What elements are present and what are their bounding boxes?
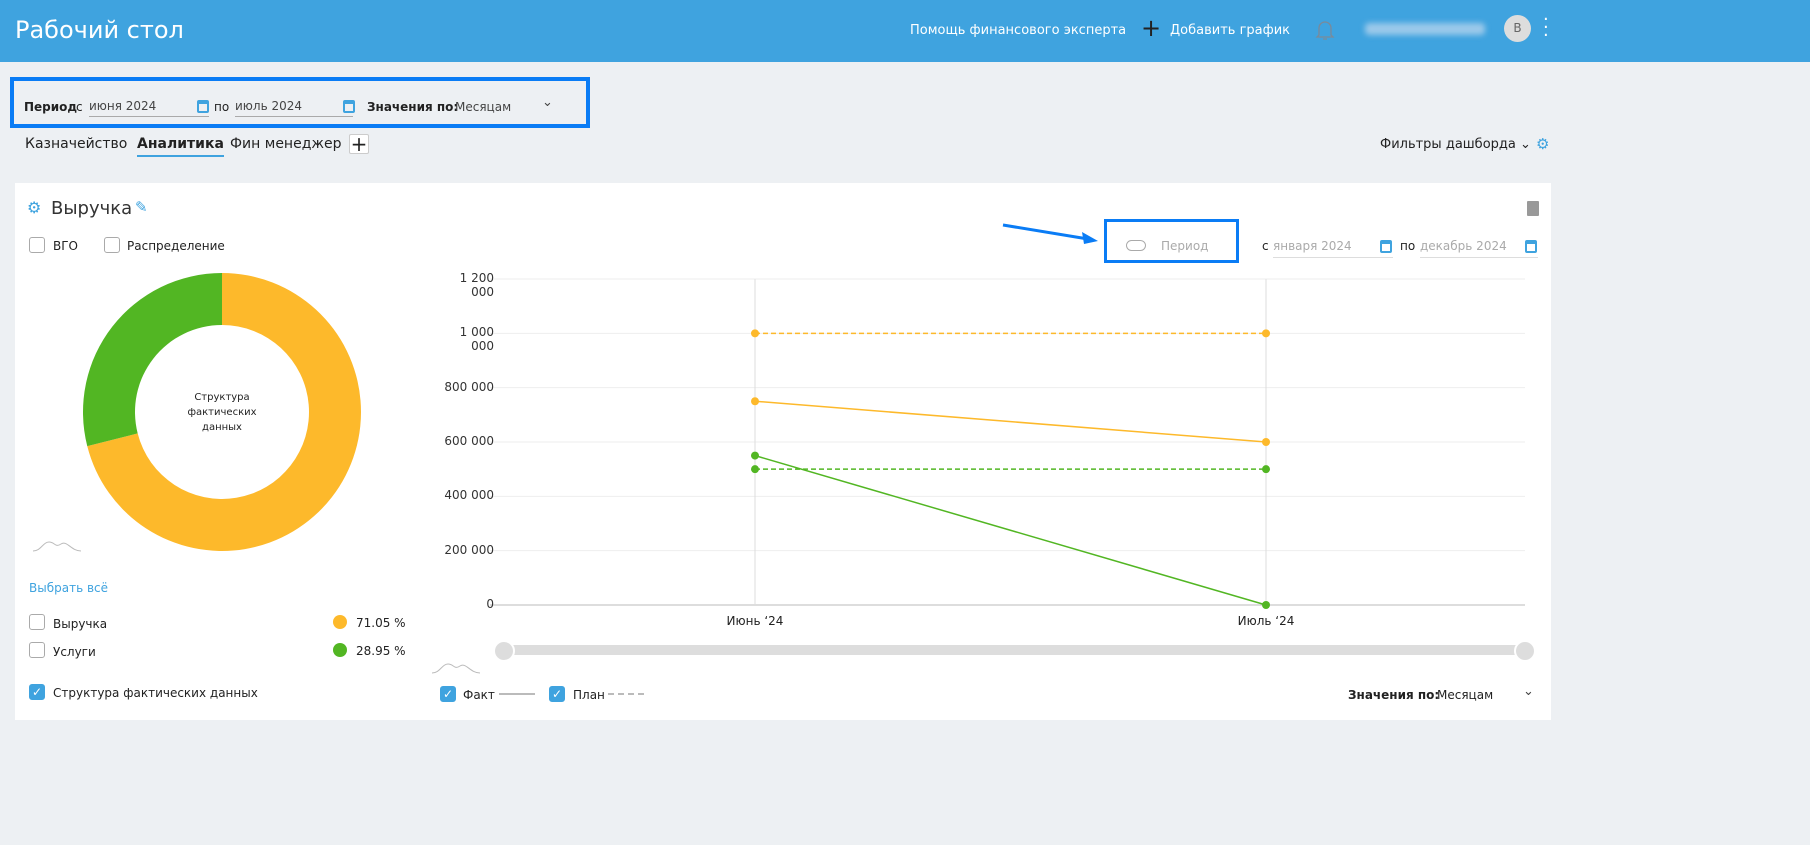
data-point[interactable]: [751, 451, 759, 460]
series-line: [754, 400, 1267, 443]
line-chart: [490, 278, 1525, 609]
values-select[interactable]: Месяцам: [1437, 688, 1493, 702]
data-point[interactable]: [1262, 601, 1270, 609]
y-tick-label: 1 200 000: [459, 271, 494, 299]
chevron-down-icon[interactable]: ⌄: [1523, 684, 1534, 699]
data-point[interactable]: [1262, 329, 1270, 338]
dashed-line-icon: [608, 693, 644, 695]
range-slider[interactable]: [494, 645, 1534, 655]
x-tick-label: Июнь ‘24: [726, 614, 784, 628]
y-tick-label: 400 000: [444, 488, 494, 503]
y-tick-label: 0: [486, 597, 494, 611]
solid-line-icon: [499, 693, 535, 695]
plan-checkbox[interactable]: ✓: [549, 686, 565, 702]
y-tick-label: 800 000: [444, 379, 494, 394]
x-tick-label: Июль ‘24: [1237, 614, 1295, 628]
fact-label: Факт: [463, 688, 495, 702]
y-tick-label: 200 000: [444, 542, 494, 557]
data-point[interactable]: [1262, 465, 1270, 474]
chart-type-icon[interactable]: [432, 660, 480, 676]
data-point[interactable]: [751, 329, 759, 338]
plan-label: План: [573, 688, 605, 702]
data-point[interactable]: [1262, 438, 1270, 446]
y-tick-label: 1 000 000: [459, 325, 494, 354]
series-line: [754, 454, 1267, 606]
data-point[interactable]: [751, 465, 759, 474]
fact-checkbox[interactable]: ✓: [440, 686, 456, 702]
range-handle-left[interactable]: [493, 640, 515, 662]
range-handle-right[interactable]: [1514, 640, 1536, 662]
values-label: Значения по:: [1348, 688, 1440, 702]
y-tick-label: 600 000: [444, 434, 494, 448]
data-point[interactable]: [751, 397, 759, 406]
